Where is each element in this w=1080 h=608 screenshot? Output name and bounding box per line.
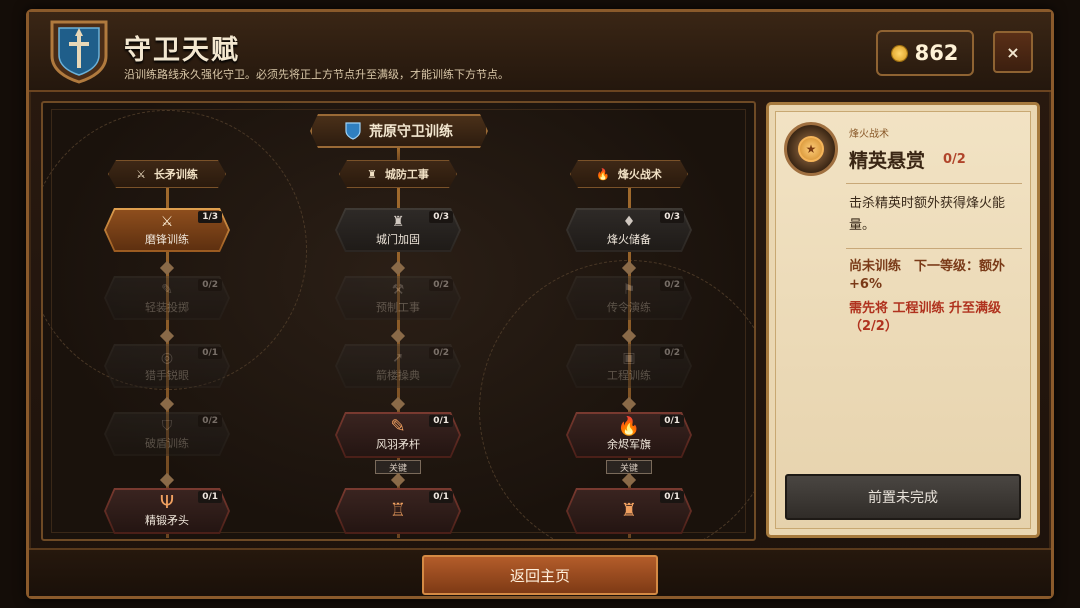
talent-node-count: 0/2 [198, 279, 222, 291]
key-tag: 关键 [375, 460, 421, 474]
detail-rank: 0/2 [943, 152, 966, 167]
connector-diamond [390, 328, 406, 344]
return-home-button[interactable]: 返回主页 [422, 555, 658, 595]
guard-shield-icon [50, 20, 108, 84]
column-header: ♜ 城防工事 [339, 160, 457, 188]
connector-diamond [390, 396, 406, 412]
talent-node[interactable]: 🔥 余烬军旗 0/1 [566, 412, 692, 458]
talent-node[interactable]: ⛉ 破盾训练 0/2 [104, 412, 230, 456]
feather-icon: ✎ [390, 415, 406, 437]
trident-icon: Ψ [159, 491, 175, 513]
talent-node-count: 0/1 [660, 491, 684, 503]
tree-title-text: 荒原守卫训练 [369, 124, 453, 140]
target-icon: ◎ [160, 349, 174, 366]
gold-counter: 862 [876, 30, 974, 76]
tower-icon: ♖ [389, 499, 407, 521]
tree-connector [397, 148, 400, 162]
talent-node[interactable]: Ψ 精锻矛头 0/1 [104, 488, 230, 534]
flag-icon: ⚑ [622, 281, 636, 298]
castle-icon: ♜ [367, 167, 377, 181]
talent-node[interactable]: ♜ 0/1 [566, 488, 692, 534]
talent-node[interactable]: ♖ 0/1 [335, 488, 461, 534]
talent-node-count: 0/2 [660, 347, 684, 359]
talent-node[interactable]: ⚒ 预制工事 0/2 [335, 276, 461, 320]
talent-node[interactable]: ➚ 箭楼操典 0/2 [335, 344, 461, 388]
talent-node-label: 磨锋训练 [145, 232, 189, 246]
feather-icon: ✎ [161, 281, 173, 298]
talent-node[interactable]: ✎ 风羽矛杆 0/1 [335, 412, 461, 458]
hammer-icon: ⚒ [391, 281, 405, 298]
talent-node-label: 破盾训练 [145, 436, 189, 450]
flame-icon: 🔥 [596, 167, 610, 181]
talent-node-label: 工程训练 [607, 368, 651, 382]
talent-node-count: 0/2 [660, 279, 684, 291]
talent-node-count: 0/3 [429, 211, 453, 223]
train-button-disabled[interactable]: 前置未完成 [785, 474, 1021, 520]
talent-node[interactable]: ✎ 轻装投掷 0/2 [104, 276, 230, 320]
talent-node-label: 轻装投掷 [145, 300, 189, 314]
crossed-swords-icon: ⚔ [160, 213, 174, 230]
medal-icon: ★ [784, 122, 838, 176]
divider [846, 183, 1022, 184]
connector-diamond [159, 472, 175, 488]
page-subtitle: 沿训练路线永久强化守卫。必须先将正上方节点升至满级，才能训练下方节点。 [124, 68, 509, 81]
talent-node-count: 0/1 [429, 415, 453, 427]
talent-node[interactable]: ♜ 城门加固 0/3 [335, 208, 461, 252]
talent-node[interactable]: ⚔ 磨锋训练 1/3 [104, 208, 230, 252]
talent-node-count: 1/3 [198, 211, 222, 223]
chest-icon: ▣ [622, 349, 636, 366]
key-tag: 关键 [606, 460, 652, 474]
column-header: 🔥 烽火战术 [570, 160, 688, 188]
talent-node-label: 传令演练 [607, 300, 651, 314]
castle-icon: ♜ [620, 499, 638, 521]
talent-node-count: 0/1 [429, 491, 453, 503]
talent-node-count: 0/1 [660, 415, 684, 427]
talent-node-count: 0/1 [198, 347, 222, 359]
talent-node-count: 0/3 [660, 211, 684, 223]
drop-icon: ♦ [622, 213, 636, 230]
detail-description: 击杀精英时额外获得烽火能量。 [849, 196, 1006, 233]
castle-icon: ♜ [391, 213, 405, 230]
close-button[interactable]: × [993, 31, 1033, 73]
detail-requirement: 需先将 工程训练 升至满级（2/2） [849, 301, 1002, 334]
talent-node-count: 0/2 [429, 279, 453, 291]
connector-diamond [390, 472, 406, 488]
column-header-label: 烽火战术 [617, 168, 662, 181]
shield-icon [345, 122, 361, 140]
talent-node-label: 预制工事 [376, 300, 420, 314]
talent-node-label: 烽火储备 [607, 232, 651, 246]
page-title: 守卫天赋 [124, 35, 240, 66]
talent-node-label: 箭楼操典 [376, 368, 420, 382]
connector-diamond [159, 396, 175, 412]
talent-node[interactable]: ⚑ 传令演练 0/2 [566, 276, 692, 320]
crossed-swords-icon: ⚔ [136, 167, 146, 181]
detail-status: 尚未训练 下一等级：额外+6% [849, 259, 1006, 292]
talent-node-label: 精锻矛头 [145, 513, 189, 527]
column-header-label: 城防工事 [384, 168, 429, 181]
talent-node-label: 余烬军旗 [607, 437, 651, 451]
column-header-label: 长矛训练 [153, 168, 198, 181]
detail-name: 精英悬赏 [849, 150, 926, 172]
tree-title: 荒原守卫训练 [310, 114, 488, 148]
divider [846, 248, 1022, 249]
shield-icon: ⛉ [161, 417, 173, 434]
talent-node-label: 风羽矛杆 [376, 437, 420, 451]
talent-node-count: 0/2 [198, 415, 222, 427]
talent-node-count: 0/2 [429, 347, 453, 359]
column-header: ⚔ 长矛训练 [108, 160, 226, 188]
talent-node-label: 城门加固 [376, 232, 420, 246]
coin-icon [891, 45, 907, 61]
talent-node[interactable]: ♦ 烽火储备 0/3 [566, 208, 692, 252]
arrow-icon: ➚ [392, 349, 404, 366]
connector-diamond [390, 260, 406, 276]
talent-node[interactable]: ▣ 工程训练 0/2 [566, 344, 692, 388]
talent-node-count: 0/1 [198, 491, 222, 503]
detail-category: 烽火战术 [849, 129, 889, 140]
talent-node[interactable]: ◎ 猎手锐眼 0/1 [104, 344, 230, 388]
gold-amount: 862 [914, 41, 959, 65]
flame-icon: 🔥 [617, 415, 641, 437]
talent-node-label: 猎手锐眼 [145, 368, 189, 382]
